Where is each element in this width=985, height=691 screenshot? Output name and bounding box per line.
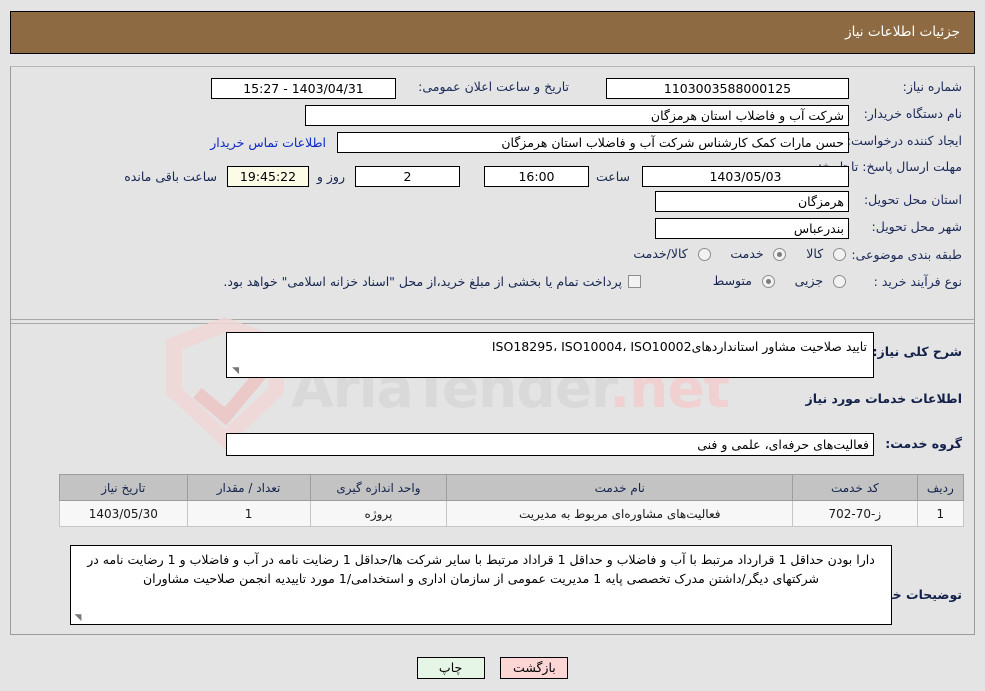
resize-grip-icon-notes[interactable]: ◥ [73,613,83,623]
buyer-org-label: نام دستگاه خریدار: [863,106,962,121]
page-root: جزئیات اطلاعات نیاز AriaTender.net شماره… [0,0,985,691]
th-quantity: تعداد / مقدار [186,474,311,501]
service-group-value: فعالیت‌های حرفه‌ای، علمی و فنی [226,433,874,456]
table-row: 1 ز-70-702 فعالیت‌های مشاوره‌ای مربوط به… [59,500,965,527]
description-value: تایید صلاحیت مشاور استانداردهایISO18295،… [491,339,867,354]
radio-category-kala-label: کالا [806,246,824,261]
creator-value: حسن مارات کمک کارشناس شرکت آب و فاضلاب ا… [337,132,849,153]
deadline-time-value: 16:00 [484,166,589,187]
hour-label: ساعت [595,169,630,184]
province-value: هرمزگان [655,191,849,212]
category-label: طبقه بندی موضوعی: [851,247,962,262]
page-header-bar: جزئیات اطلاعات نیاز [10,11,975,54]
buyer-contact-link[interactable]: اطلاعات تماس خریدار [210,135,326,150]
buyer-org-row: نام دستگاه خریدار: [864,106,962,121]
creator-row: ایجاد کننده درخواست: [847,133,962,148]
radio-category-kala[interactable] [833,248,846,261]
th-need-date: تاریخ نیاز [59,474,188,501]
cell-quantity: 1 [186,500,311,527]
footer-actions: بازگشت چاپ [0,657,985,679]
city-label: شهر محل تحویل: [871,219,962,234]
cell-unit: پروژه [309,500,448,527]
cell-name: فعالیت‌های مشاوره‌ای مربوط به مدیریت [446,500,794,527]
announce-datetime-label: تاریخ و ساعت اعلان عمومی: [418,79,569,94]
deadline-row: مهلت ارسال پاسخ: تا تاریخ: [818,159,962,176]
th-index: ردیف [916,474,965,501]
need-number-value: 1103003588000125 [606,78,849,99]
details-panel: AriaTender.net شماره نیاز: 1103003588000… [10,66,975,635]
th-name: نام خدمت [446,474,794,501]
need-number-label: شماره نیاز: [902,79,962,94]
radio-purchase-jozii-label: جزیی [794,273,824,288]
buyer-notes-textarea[interactable]: دارا بودن حداقل 1 قرارداد مرتبط با آب و … [70,545,892,625]
remaining-days-value: 2 [355,166,460,187]
table-header-row: ردیف کد خدمت نام خدمت واحد اندازه گیری ت… [59,474,965,501]
th-unit: واحد اندازه گیری [309,474,448,501]
purchase-type-row: نوع فرآیند خرید : [874,274,962,289]
remaining-time-countdown: 19:45:22 [227,166,309,187]
back-button[interactable]: بازگشت [500,657,569,679]
treasury-checkbox[interactable] [628,275,641,288]
radio-purchase-motevaset[interactable] [761,275,775,288]
days-and-label: روز و [316,169,345,184]
purchase-radio-group: جزیی متوسط [697,273,846,288]
remaining-suffix-label: ساعت باقی مانده [124,169,217,184]
city-value: بندرعباس [655,218,849,239]
th-code: کد خدمت [792,474,918,501]
deadline-date-value: 1403/05/03 [642,166,849,187]
buyer-notes-value: دارا بودن حداقل 1 قرارداد مرتبط با آب و … [87,552,875,587]
services-table: ردیف کد خدمت نام خدمت واحد اندازه گیری ت… [59,474,965,527]
province-label: استان محل تحویل: [863,192,962,207]
radio-category-kala-khedmat-label: کالا/خدمت [633,246,688,261]
province-row: استان محل تحویل: [864,192,962,207]
description-label: شرح کلی نیاز: [872,344,962,359]
category-radio-group: کالا خدمت کالا/خدمت [617,246,846,261]
purchase-type-label: نوع فرآیند خرید : [873,274,962,289]
print-button[interactable]: چاپ [416,657,485,679]
radio-purchase-motevaset-label: متوسط [712,273,752,288]
treasury-note-label: پرداخت تمام یا بخشی از مبلغ خرید،از محل … [223,274,622,289]
divider-top-2 [11,323,974,324]
announce-datetime-row: تاریخ و ساعت اعلان عمومی: [418,79,569,94]
description-textarea[interactable]: تایید صلاحیت مشاور استانداردهایISO18295،… [226,332,874,378]
radio-category-kala-khedmat[interactable] [697,248,711,261]
service-group-label: گروه خدمت: [885,436,962,451]
city-row: شهر محل تحویل: [872,219,962,234]
radio-category-khedmat-label: خدمت [730,246,764,261]
announce-datetime-value: 1403/04/31 - 15:27 [211,78,396,99]
creator-label: ایجاد کننده درخواست: [846,133,962,148]
buyer-org-value: شرکت آب و فاضلاب استان هرمزگان [305,105,849,126]
radio-purchase-jozii[interactable] [833,275,846,288]
cell-index: 1 [916,500,965,527]
need-number-row: شماره نیاز: [903,79,962,94]
page-title: جزئیات اطلاعات نیاز [845,24,960,40]
radio-category-khedmat[interactable] [773,248,787,261]
cell-need-date: 1403/05/30 [59,500,188,527]
category-row: طبقه بندی موضوعی: [851,247,962,262]
divider-top [11,319,974,320]
resize-grip-icon[interactable]: ◥ [229,366,239,376]
services-section-title: اطلاعات خدمات مورد نیاز [805,391,963,406]
cell-code: ز-70-702 [792,500,918,527]
